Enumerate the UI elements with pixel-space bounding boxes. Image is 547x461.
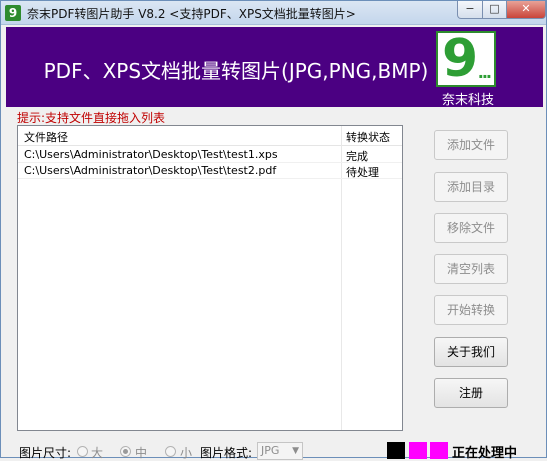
logo-dots: ...	[477, 63, 492, 82]
image-format-select[interactable]: JPG ▼	[257, 442, 303, 460]
status-swatch-magenta	[430, 442, 448, 459]
file-list[interactable]: 文件路径 转换状态 C:\Users\Administrator\Desktop…	[17, 125, 403, 431]
maximize-button[interactable]: □	[482, 1, 507, 19]
file-path-cell: C:\Users\Administrator\Desktop\Test\test…	[24, 164, 277, 177]
size-small-radio[interactable]	[165, 446, 176, 457]
size-large-radio[interactable]	[77, 446, 88, 457]
logo-caption: 奈末科技	[441, 93, 494, 108]
file-list-header: 文件路径 转换状态	[18, 126, 402, 146]
table-row[interactable]: C:\Users\Administrator\Desktop\Test\test…	[18, 163, 402, 179]
table-row[interactable]: C:\Users\Administrator\Desktop\Test\test…	[18, 147, 402, 163]
add-file-button[interactable]: 添加文件	[434, 130, 508, 160]
format-select-value: JPG	[261, 444, 280, 457]
title-bar[interactable]: 9 奈末PDF转图片助手 V8.2 <支持PDF、XPS文档批量转图片> − □…	[1, 1, 546, 25]
column-header-path[interactable]: 文件路径	[24, 129, 68, 145]
minimize-button[interactable]: −	[457, 1, 483, 19]
clear-list-button[interactable]: 清空列表	[434, 254, 508, 284]
chevron-down-icon: ▼	[292, 446, 299, 456]
start-convert-button[interactable]: 开始转换	[434, 295, 508, 325]
file-path-cell: C:\Users\Administrator\Desktop\Test\test…	[24, 148, 278, 161]
window-title: 奈末PDF转图片助手 V8.2 <支持PDF、XPS文档批量转图片>	[27, 7, 356, 21]
file-status-cell: 完成	[346, 150, 368, 163]
header-banner: PDF、XPS文档批量转图片(JPG,PNG,BMP) 9 ... 奈末科技	[6, 27, 543, 108]
remove-file-button[interactable]: 移除文件	[434, 213, 508, 243]
about-us-button[interactable]: 关于我们	[434, 337, 508, 367]
file-status-cell: 待处理	[346, 166, 379, 179]
close-button[interactable]: ✕	[506, 1, 546, 19]
add-directory-button[interactable]: 添加目录	[434, 172, 508, 202]
column-header-status[interactable]: 转换状态	[346, 129, 390, 145]
size-large-label[interactable]: 大	[91, 444, 103, 461]
status-swatch-magenta	[409, 442, 427, 459]
banner-title: PDF、XPS文档批量转图片(JPG,PNG,BMP)	[43, 59, 429, 83]
status-swatch-black	[387, 442, 405, 459]
drag-drop-hint: 提示:支持文件直接拖入列表	[17, 111, 166, 125]
app-window: 9 奈末PDF转图片助手 V8.2 <支持PDF、XPS文档批量转图片> − □…	[0, 0, 547, 461]
company-logo: 9 ...	[436, 29, 496, 89]
processing-status: 正在处理中	[452, 446, 518, 461]
image-format-label: 图片格式:	[200, 446, 253, 460]
size-medium-label[interactable]: 中	[135, 444, 147, 461]
app-icon: 9	[5, 5, 21, 21]
size-medium-radio[interactable]	[120, 446, 131, 457]
register-button[interactable]: 注册	[434, 378, 508, 408]
logo-nine-mark: 9	[442, 29, 479, 89]
image-size-label: 图片尺寸:	[19, 446, 72, 460]
size-small-label[interactable]: 小	[180, 444, 192, 461]
